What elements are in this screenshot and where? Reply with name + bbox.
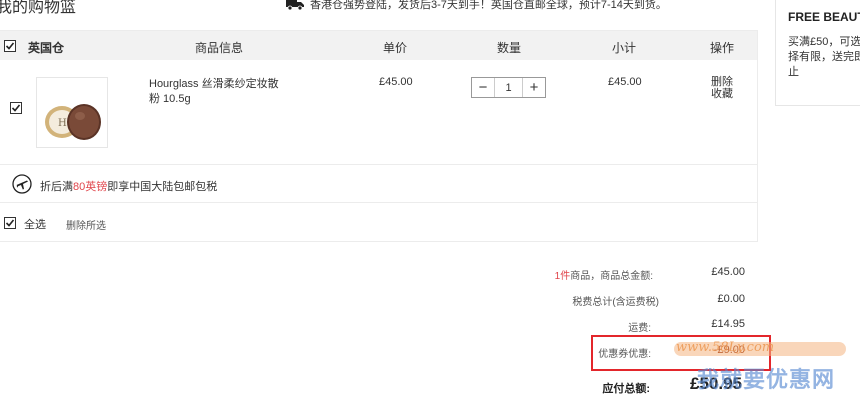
powder-compact-image: H [45, 104, 101, 140]
shipping-notice-text: 香港仓强势登陆，发货后3-7天到手！英国仓直邮全球，预计7-14天到货。 [310, 0, 667, 11]
watermark-url: www.58Ly.com [676, 340, 775, 355]
promo-highlight: 80英镑 [73, 181, 108, 193]
col-quantity: 数量 [497, 41, 522, 55]
tax-value: £0.00 [717, 293, 745, 305]
shipping-label: 运费: [628, 323, 651, 334]
plane-icon [12, 174, 32, 194]
item-subtotal: £45.00 [608, 76, 642, 88]
favorite-link[interactable]: 收藏 [711, 88, 733, 100]
promo-prefix: 折后满 [40, 181, 73, 193]
select-warehouse-checkbox[interactable] [4, 40, 16, 52]
tax-label: 税费总计(含运费税) [572, 297, 659, 308]
promo-suffix: 即享中国大陆包邮包税 [107, 181, 218, 193]
decrease-button[interactable]: − [472, 78, 494, 97]
check-icon [5, 42, 15, 50]
total-label: 应付总额: [602, 383, 650, 395]
truck-icon [286, 0, 304, 10]
cart-header: 英国仓 商品信息 单价 数量 小计 操作 [0, 31, 757, 60]
col-actions: 操作 [710, 41, 735, 55]
select-all-row: 全选 删除所选 [0, 203, 757, 242]
goods-total-value: £45.00 [711, 266, 745, 278]
page-title: 我的购物篮 [0, 0, 77, 16]
svg-text:H: H [58, 118, 67, 129]
check-icon [5, 219, 15, 227]
quantity-input[interactable]: 1 [494, 78, 523, 97]
increase-button[interactable]: + [523, 78, 545, 97]
select-all-label[interactable]: 全选 [24, 216, 46, 232]
item-checkbox[interactable] [10, 102, 22, 114]
goods-total-label: 1件商品，商品总金额: [433, 267, 653, 282]
product-name[interactable]: Hourglass 丝滑柔纱定妆散粉 10.5g [149, 77, 289, 107]
watermark-text: 我就要优惠网 [697, 367, 836, 392]
promo-text: 折后满80英镑即享中国大陆包邮包税 [40, 178, 217, 194]
promo-row: 折后满80英镑即享中国大陆包邮包税 [0, 165, 757, 203]
cart-table: 英国仓 商品信息 单价 数量 小计 操作 H Hourglass 丝滑柔纱定妆散… [0, 30, 758, 242]
free-beauty-title: FREE BEAUT [788, 10, 860, 24]
delete-link[interactable]: 删除 [711, 76, 733, 88]
item-actions: 删除 收藏 [711, 76, 733, 100]
quantity-stepper: − 1 + [471, 77, 546, 98]
col-info: 商品信息 [195, 41, 244, 55]
free-beauty-text: 买满£50，可选择有限，送完即止 [788, 36, 860, 78]
shipping-value: £14.95 [711, 318, 745, 330]
col-price: 单价 [383, 41, 408, 55]
coupon-label: 优惠券优惠: [598, 349, 651, 360]
select-all-checkbox[interactable] [4, 217, 16, 229]
cart-item-row: H Hourglass 丝滑柔纱定妆散粉 10.5g £45.00 − 1 + … [0, 60, 757, 165]
product-thumbnail[interactable]: H [36, 77, 108, 148]
delete-selected-link[interactable]: 删除所选 [66, 217, 106, 232]
unit-price: £45.00 [379, 76, 413, 88]
goods-total-text: 商品，商品总金额: [570, 271, 653, 282]
warehouse-label: 英国仓 [28, 41, 65, 55]
check-icon [11, 104, 21, 112]
item-count: 1件 [554, 271, 571, 282]
col-subtotal: 小计 [612, 41, 637, 55]
shipping-notice: 香港仓强势登陆，发货后3-7天到手！英国仓直邮全球，预计7-14天到货。 [286, 0, 667, 12]
free-beauty-panel: FREE BEAUT 买满£50，可选择有限，送完即止 [775, 0, 860, 106]
